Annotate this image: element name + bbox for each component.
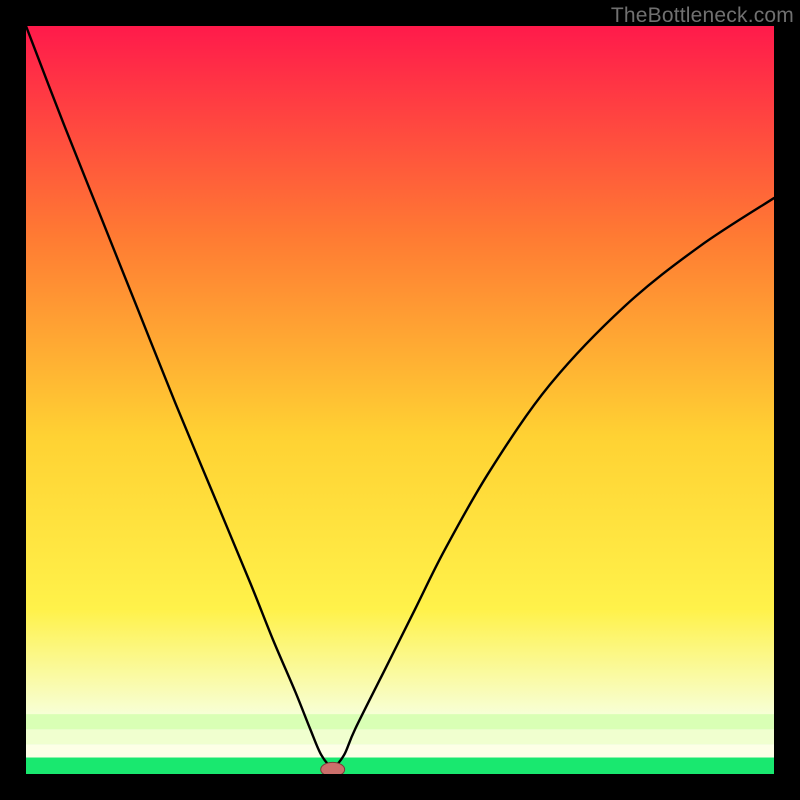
- watermark-text: TheBottleneck.com: [611, 4, 794, 28]
- pale-band-2: [26, 729, 774, 744]
- chart-frame: [26, 26, 774, 774]
- pale-band-3: [26, 714, 774, 729]
- green-baseline-band: [26, 758, 774, 774]
- optimal-point-marker: [321, 762, 345, 774]
- pale-band-1: [26, 744, 774, 757]
- bottleneck-chart: [26, 26, 774, 774]
- gradient-background: [26, 26, 774, 774]
